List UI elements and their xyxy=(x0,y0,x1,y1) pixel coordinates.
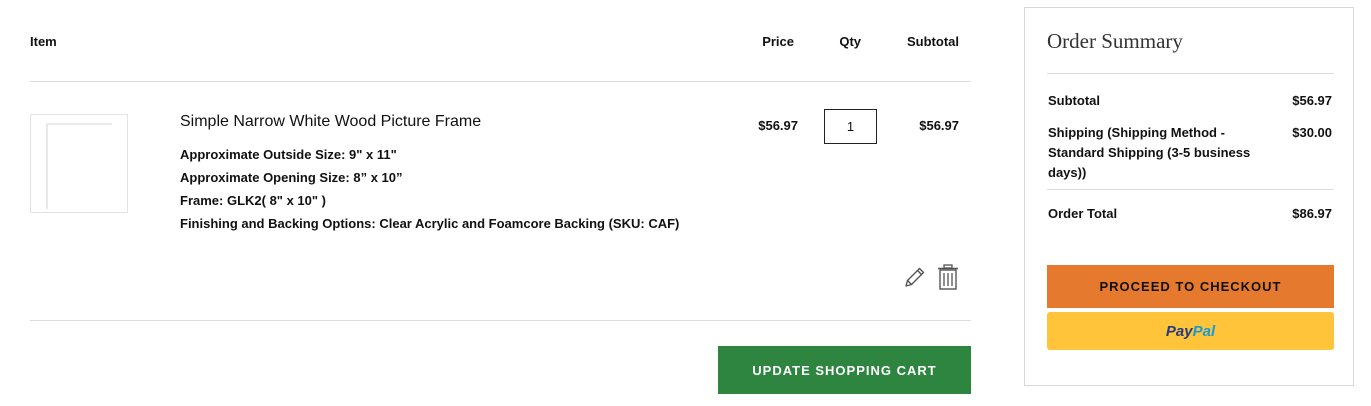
option-outside-size: Approximate Outside Size: 9" x 11" xyxy=(180,147,397,162)
column-header-item: Item xyxy=(30,34,57,49)
summary-divider xyxy=(1047,73,1334,74)
option-opening-size: Approximate Opening Size: 8” x 10” xyxy=(180,170,403,185)
option-frame: Frame: GLK2( 8" x 10" ) xyxy=(180,193,326,208)
column-header-price: Price xyxy=(762,34,794,49)
option-finishing: Finishing and Backing Options: Clear Acr… xyxy=(180,216,680,231)
table-divider-bottom xyxy=(30,320,971,321)
order-summary-panel: Order Summary Subtotal $56.97 Shipping (… xyxy=(1024,7,1354,386)
paypal-logo-pay: Pay xyxy=(1165,322,1193,340)
summary-subtotal-value: $56.97 xyxy=(1292,93,1332,108)
cart-table: Item Price Qty Subtotal Simple Narrow Wh… xyxy=(30,0,971,406)
update-cart-button[interactable]: UPDATE SHOPPING CART xyxy=(718,346,971,394)
item-subtotal: $56.97 xyxy=(919,118,959,133)
paypal-logo-pal: Pal xyxy=(1192,322,1216,340)
summary-shipping-label: Shipping (Shipping Method - Standard Shi… xyxy=(1048,125,1251,180)
product-options: Approximate Outside Size: 9" x 11" Appro… xyxy=(180,143,679,235)
column-header-subtotal: Subtotal xyxy=(907,34,959,49)
order-total-value: $86.97 xyxy=(1292,206,1332,221)
paypal-button[interactable]: PayPal xyxy=(1047,312,1334,350)
column-header-qty: Qty xyxy=(839,34,861,49)
order-total-label: Order Total xyxy=(1048,206,1118,221)
table-divider-top xyxy=(30,81,971,82)
frame-image xyxy=(46,123,112,209)
product-name-link[interactable]: Simple Narrow White Wood Picture Frame xyxy=(180,113,481,131)
summary-shipping-value: $30.00 xyxy=(1292,125,1332,140)
trash-icon[interactable] xyxy=(937,264,959,290)
quantity-input[interactable] xyxy=(824,109,877,144)
proceed-to-checkout-button[interactable]: PROCEED TO CHECKOUT xyxy=(1047,265,1334,308)
summary-divider xyxy=(1047,189,1334,190)
product-thumbnail[interactable] xyxy=(30,114,128,213)
pencil-icon[interactable] xyxy=(903,265,927,289)
summary-title: Order Summary xyxy=(1047,29,1183,53)
summary-subtotal-label: Subtotal xyxy=(1048,93,1100,108)
item-price: $56.97 xyxy=(758,118,798,133)
